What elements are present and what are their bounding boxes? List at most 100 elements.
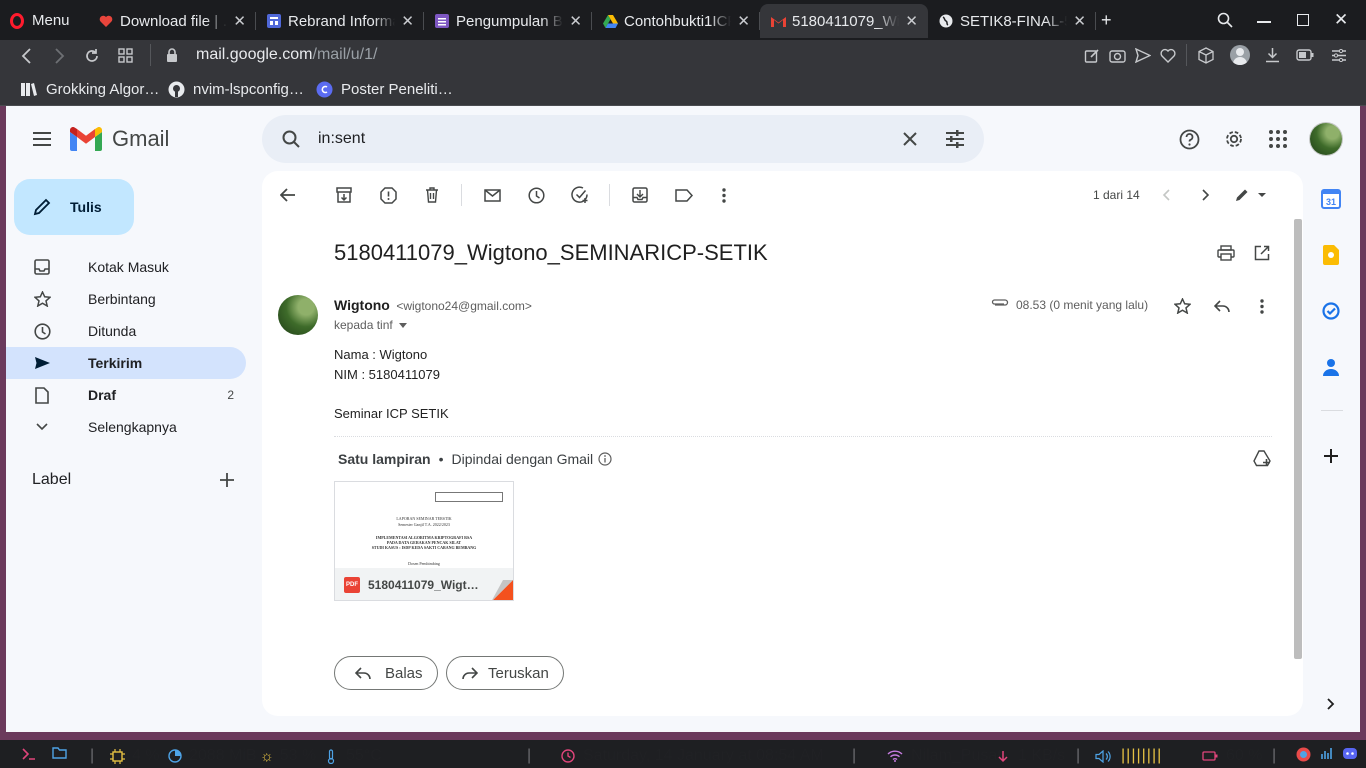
forward-button[interactable]: Teruskan: [446, 656, 564, 690]
contacts-app-icon[interactable]: [1321, 357, 1341, 377]
reply-button[interactable]: Balas: [334, 656, 438, 690]
star-message-icon[interactable]: [1173, 297, 1191, 315]
minimize-icon[interactable]: [1257, 21, 1271, 23]
nav-item-inbox[interactable]: Kotak Masuk: [6, 251, 246, 283]
more-vertical-icon[interactable]: [715, 186, 733, 204]
account-avatar[interactable]: [1310, 123, 1342, 155]
lock-icon[interactable]: [166, 48, 178, 63]
move-to-icon[interactable]: [631, 186, 649, 204]
archive-icon[interactable]: [335, 186, 353, 204]
tray-chart-icon[interactable]: [1320, 747, 1333, 760]
close-tab-icon[interactable]: ✕: [905, 12, 918, 30]
url-field[interactable]: mail.google.com/mail/u/1/: [196, 46, 377, 64]
browser-tab[interactable]: Pengumpulan Be… ✕: [424, 4, 592, 38]
newer-chevron-icon[interactable]: [1158, 187, 1174, 203]
browser-tab[interactable]: Contohbukti1ICP… ✕: [592, 4, 760, 38]
clock-icon: [32, 322, 52, 340]
search-input[interactable]: [318, 127, 878, 151]
info-icon[interactable]: [598, 452, 612, 466]
nav-item-sent[interactable]: Terkirim: [6, 347, 246, 379]
add-task-icon[interactable]: [571, 186, 589, 204]
bookmark-item[interactable]: Grokking Algor…: [20, 80, 159, 98]
easy-setup-icon[interactable]: [1331, 49, 1347, 62]
folder-icon[interactable]: [52, 747, 67, 759]
back-to-list-icon[interactable]: [279, 186, 297, 204]
help-icon[interactable]: [1179, 129, 1200, 150]
clock-widget[interactable]: Saturday, 14 January at 08:54 AM: [561, 747, 824, 765]
add-label-icon[interactable]: [219, 472, 235, 488]
search-icon[interactable]: [282, 130, 300, 148]
search-tabs-icon[interactable]: [1217, 12, 1233, 28]
labels-heading: Label: [32, 471, 72, 488]
close-tab-icon[interactable]: ✕: [737, 12, 750, 30]
message-scrollbar[interactable]: [1294, 219, 1302, 659]
send-to-icon[interactable]: [1135, 48, 1151, 63]
older-chevron-icon[interactable]: [1198, 187, 1214, 203]
browser-tab[interactable]: Download file | … ✕: [88, 4, 256, 38]
back-icon[interactable]: [20, 48, 32, 64]
sender-avatar[interactable]: [278, 295, 318, 335]
browser-tab-active[interactable]: 5180411079_Wig… ✕: [760, 4, 928, 38]
attachment-card[interactable]: LAPORAN SEMINAR TERSTIK Semester Ganjil …: [334, 481, 514, 601]
main-menu-icon[interactable]: [32, 131, 52, 147]
terminal-icon[interactable]: [22, 747, 36, 761]
mark-unread-icon[interactable]: [483, 186, 501, 204]
tasks-app-icon[interactable]: [1321, 301, 1341, 321]
close-tab-icon[interactable]: ✕: [569, 12, 582, 30]
calendar-app-icon[interactable]: 31: [1321, 189, 1341, 209]
add-to-drive-icon[interactable]: [1252, 449, 1272, 467]
reply-icon[interactable]: [1213, 297, 1231, 315]
extensions-cube-icon[interactable]: [1198, 47, 1214, 64]
maximize-icon[interactable]: [1297, 14, 1309, 26]
apps-grid-icon[interactable]: [1269, 130, 1287, 148]
volume-widget[interactable]: ||||||||: [1095, 747, 1162, 765]
battery-saver-icon[interactable]: [1296, 49, 1314, 61]
open-new-window-icon[interactable]: [1252, 244, 1272, 262]
tray-app-icon[interactable]: [1296, 747, 1311, 762]
keep-app-icon[interactable]: [1321, 245, 1341, 265]
get-addons-icon[interactable]: [1321, 446, 1341, 466]
reload-icon[interactable]: [84, 48, 100, 64]
opera-menu-button[interactable]: Menu: [10, 12, 70, 29]
report-spam-icon[interactable]: [379, 186, 397, 204]
print-icon[interactable]: [1216, 244, 1236, 262]
delete-icon[interactable]: [423, 186, 441, 204]
close-window-icon[interactable]: ✕: [1334, 10, 1348, 30]
snooze-icon[interactable]: [527, 186, 545, 204]
compose-button[interactable]: Tulis: [14, 179, 134, 235]
nav-item-drafts[interactable]: Draf 2: [6, 379, 246, 411]
clear-search-icon[interactable]: [902, 131, 918, 147]
snap-edit-icon[interactable]: [1084, 48, 1100, 64]
input-tools-icon[interactable]: [1234, 187, 1268, 203]
browser-tab[interactable]: SETIK8-FINAL-51… ✕: [928, 4, 1096, 38]
toolbar-divider: [461, 184, 462, 206]
bookmark-item[interactable]: nvim-lspconfig…: [167, 80, 304, 98]
close-tab-icon[interactable]: ✕: [401, 12, 414, 30]
browser-tab[interactable]: Rebrand Informa… ✕: [256, 4, 424, 38]
profile-icon[interactable]: [1230, 45, 1250, 65]
close-tab-icon[interactable]: ✕: [1073, 12, 1086, 30]
nav-item-snoozed[interactable]: Ditunda: [6, 315, 246, 347]
bookmark-heart-icon[interactable]: [1160, 48, 1176, 63]
wifi-widget[interactable]: Nilam_Pusat: [887, 747, 1002, 765]
camera-icon[interactable]: [1109, 48, 1126, 63]
download-icon[interactable]: [1265, 47, 1280, 63]
sender-name[interactable]: Wigtono: [334, 297, 390, 313]
bookmark-item[interactable]: Poster Peneliti…: [315, 80, 453, 98]
gmail-logo[interactable]: Gmail: [70, 126, 169, 152]
new-tab-icon[interactable]: +: [1101, 10, 1112, 31]
download-arrow-icon: [998, 750, 1008, 762]
nav-item-more[interactable]: Selengkapnya: [6, 411, 246, 443]
label-icon[interactable]: [675, 186, 693, 204]
show-side-panel-icon[interactable]: [1321, 694, 1341, 714]
forward-icon[interactable]: [54, 48, 66, 64]
more-vertical-icon[interactable]: [1253, 297, 1271, 315]
panel-divider: [1321, 410, 1343, 411]
nav-item-starred[interactable]: Berbintang: [6, 283, 246, 315]
search-options-icon[interactable]: [945, 130, 965, 148]
settings-gear-icon[interactable]: [1223, 128, 1245, 150]
tiles-icon[interactable]: [118, 48, 133, 63]
close-tab-icon[interactable]: ✕: [233, 12, 246, 30]
recipients-toggle[interactable]: kepada tinf: [334, 318, 407, 332]
tray-discord-icon[interactable]: [1342, 747, 1358, 760]
